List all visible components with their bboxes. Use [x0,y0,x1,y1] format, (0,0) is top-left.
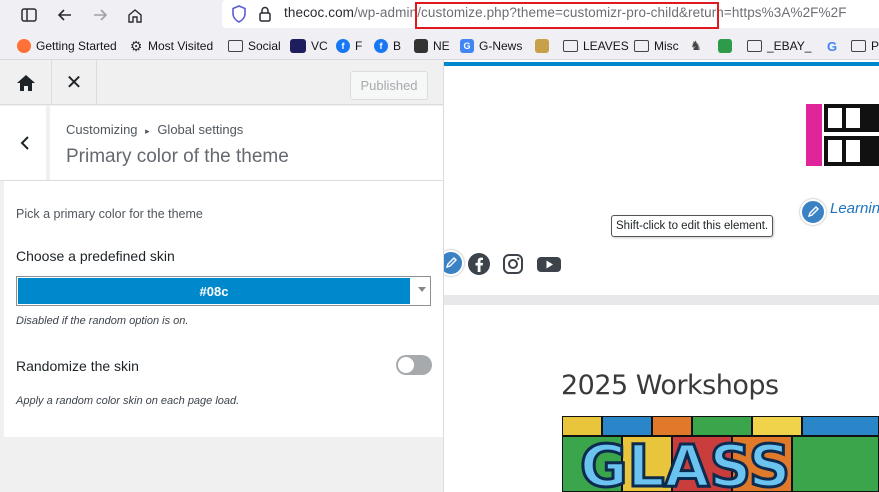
facebook-icon: f [336,39,350,53]
bookmark-label: Most Visited [148,39,214,53]
randomize-label: Randomize the skin [16,358,139,374]
section-body: Pick a primary color for the theme Choos… [4,181,443,437]
bookmark-label: G-News [479,39,523,53]
ne-icon [414,39,428,53]
bookmark-label: Misc [654,39,679,53]
breadcrumb-root: Customizing [66,122,138,137]
skin-note: Disabled if the random option is on. [16,315,189,327]
bookmarks-toolbar: Getting Started ⚙ Most Visited Social VC… [0,33,879,59]
green-pattern-icon [718,39,732,53]
bookmark-social[interactable]: Social [228,37,281,55]
section-description: Pick a primary color for the theme [16,207,203,221]
breadcrumb: Customizing ▸ Global settings [66,122,243,137]
svg-text:GLASS: GLASS [580,432,790,492]
bookmark-label: Social [248,39,281,53]
forward-icon[interactable] [89,4,111,26]
folder-icon [747,40,762,52]
bookmark-label: Getting Started [36,39,117,53]
customizer-header: ✕ Published [0,60,443,105]
horse-icon: ♞ [690,38,702,53]
bookmark-most-visited[interactable]: ⚙ Most Visited [129,37,213,55]
url-highlight-box [415,2,719,29]
bookmark-ne[interactable]: NE [414,37,450,55]
section-header: Customizing ▸ Global settings Primary co… [0,106,443,181]
home-icon [16,74,35,91]
home-button[interactable] [0,60,52,105]
randomize-note: Apply a random color skin on each page l… [16,395,240,407]
bookmark-label: B [393,39,402,53]
bookmark-google[interactable]: G [825,37,844,55]
skin-swatch[interactable]: #08c [18,278,410,304]
bookmark-p[interactable]: P [851,37,879,55]
chevron-left-icon [20,136,29,150]
bookmark-label: P [871,39,879,53]
newspaper-icon [535,39,549,53]
facebook-icon[interactable] [467,252,491,276]
vc-icon [290,39,306,53]
bookmark-f[interactable]: f F [336,37,362,55]
customizer-panel: ✕ Published Customizing ▸ Global setting… [0,60,444,492]
facebook-icon: f [374,39,388,53]
folder-icon [634,40,649,52]
chevron-down-icon[interactable] [418,287,426,292]
breadcrumb-separator: ▸ [145,126,150,136]
edit-tooltip: Shift-click to edit this element. [611,215,774,237]
edit-pencil-icon[interactable] [444,250,464,276]
folder-icon [228,40,243,52]
learning-link[interactable]: Learnin [830,200,879,217]
youtube-icon[interactable] [536,252,561,276]
folder-icon [563,40,578,52]
edit-pencil-icon[interactable] [800,199,826,225]
skin-select[interactable]: #08c [16,276,431,306]
close-button[interactable]: ✕ [52,60,97,105]
workshops-heading: 2025 Workshops [561,370,779,401]
section-title: Primary color of the theme [66,146,289,167]
bookmark-horse[interactable]: ♞ [689,37,708,55]
gear-icon: ⚙ [129,37,143,54]
glass-workshop-image[interactable]: GLASS [562,416,879,492]
bookmark-label: _EBAY_ [767,39,812,53]
bookmark-leaves[interactable]: LEAVES [563,37,629,55]
skin-label: Choose a predefined skin [16,248,175,264]
bookmark-getting-started[interactable]: Getting Started [17,37,117,55]
publish-button[interactable]: Published [350,71,428,100]
folder-icon [851,40,866,52]
randomize-toggle[interactable] [396,355,432,375]
gnews-icon: G [460,39,474,53]
home-icon[interactable] [124,4,146,26]
site-preview: Learnin Shift-click to edit this element… [444,60,879,492]
back-icon[interactable] [54,4,76,26]
bookmark-g-news[interactable]: G G-News [460,37,522,55]
bookmark-ebay[interactable]: _EBAY_ [747,37,811,55]
lock-icon[interactable] [258,5,272,23]
close-icon: ✕ [65,72,83,94]
bookmark-b[interactable]: f B [374,37,401,55]
sidebar-toggle-icon[interactable] [18,4,40,26]
accent-bar [444,62,879,66]
bookmark-label: F [355,39,363,53]
bookmark-vc[interactable]: VC [290,37,328,55]
instagram-icon[interactable] [501,252,525,276]
bookmark-label: VC [311,39,328,53]
back-button[interactable] [4,106,50,180]
bookmark-label: NE [433,39,450,53]
url-domain: thecoc.com [284,5,355,20]
site-logo[interactable] [806,100,879,172]
shield-icon[interactable] [230,4,248,24]
firefox-icon [17,39,31,53]
google-icon: G [826,38,838,54]
bookmark-misc[interactable]: Misc [634,37,679,55]
section-divider [444,295,879,305]
bookmark-green[interactable] [718,37,737,55]
bookmark-newspaper[interactable] [535,37,554,55]
browser-chrome: thecoc.com/wp-admin/customize.php?theme=… [0,0,879,60]
toggle-knob [398,357,414,373]
browser-toolbar: thecoc.com/wp-admin/customize.php?theme=… [0,0,879,30]
bookmark-label: LEAVES [583,39,629,53]
breadcrumb-section: Global settings [157,122,244,137]
